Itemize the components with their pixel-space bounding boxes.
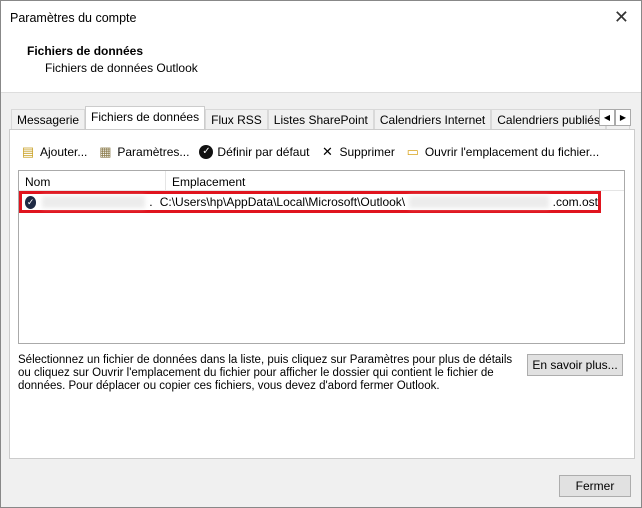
add-button[interactable]: ▤ Ajouter... bbox=[20, 144, 88, 160]
remove-label: Supprimer bbox=[339, 145, 395, 159]
tab-published-calendars[interactable]: Calendriers publiés bbox=[491, 109, 606, 129]
header: Fichiers de données Fichiers de données … bbox=[1, 37, 641, 93]
learn-more-button[interactable]: En savoir plus... bbox=[527, 354, 623, 376]
path-prefix: C:\Users\hp\AppData\Local\Microsoft\Outl… bbox=[159, 195, 406, 209]
path-suffix: .com.ost bbox=[552, 195, 598, 209]
list-header: Nom Emplacement bbox=[19, 171, 624, 191]
x-icon: ✕ bbox=[322, 144, 333, 159]
account-settings-dialog: Paramètres du compte ✕ Fichiers de donné… bbox=[0, 0, 642, 508]
tab-data-files[interactable]: Fichiers de données bbox=[85, 106, 206, 129]
add-file-icon: ▤ bbox=[21, 144, 35, 159]
close-button[interactable]: Fermer bbox=[559, 475, 631, 497]
settings-icon: ▦ bbox=[99, 144, 112, 159]
column-name[interactable]: Nom bbox=[19, 171, 166, 190]
set-default-label: Définir par défaut bbox=[217, 145, 310, 159]
default-check-icon: ✓ bbox=[25, 195, 37, 209]
close-icon[interactable]: ✕ bbox=[614, 7, 629, 28]
checkmark-icon: ✓ bbox=[199, 145, 214, 159]
redacted-path bbox=[409, 196, 549, 208]
list-row[interactable]: ✓ . C:\Users\hp\AppData\Local\Microsoft\… bbox=[19, 191, 601, 213]
redacted-name bbox=[42, 196, 146, 208]
header-title: Fichiers de données bbox=[27, 44, 144, 58]
remove-button[interactable]: ✕ Supprimer bbox=[319, 144, 395, 160]
name-suffix: . bbox=[149, 195, 153, 209]
settings-label: Paramètres... bbox=[117, 145, 190, 159]
settings-button[interactable]: ▦ Paramètres... bbox=[97, 144, 189, 160]
tab-internet-calendars[interactable]: Calendriers Internet bbox=[373, 109, 492, 129]
data-files-panel: ▤ Ajouter... ▦ Paramètres... ✓ Définir par … bbox=[9, 129, 635, 459]
window-title: Paramètres du compte bbox=[10, 11, 137, 25]
tab-messagerie[interactable]: Messagerie bbox=[11, 109, 86, 129]
toolbar: ▤ Ajouter... ▦ Paramètres... ✓ Définir par … bbox=[20, 144, 599, 160]
folder-icon: ▭ bbox=[406, 144, 419, 159]
open-location-label: Ouvrir l'emplacement du fichier... bbox=[424, 145, 600, 159]
tab-strip: Messagerie Fichiers de données Flux RSS … bbox=[11, 106, 630, 129]
set-default-button[interactable]: ✓ Définir par défaut bbox=[199, 144, 309, 160]
data-files-list[interactable]: Nom Emplacement ✓ . C:\Users\hp\AppData\… bbox=[18, 170, 625, 344]
tab-sharepoint[interactable]: Listes SharePoint bbox=[267, 109, 374, 129]
header-subtitle: Fichiers de données Outlook bbox=[45, 61, 198, 75]
description-text: Sélectionnez un fichier de données dans … bbox=[18, 354, 513, 392]
scroll-right-icon[interactable]: ▶ bbox=[615, 109, 631, 126]
scroll-left-icon[interactable]: ◀ bbox=[599, 109, 615, 126]
add-label: Ajouter... bbox=[40, 145, 88, 159]
tab-rss[interactable]: Flux RSS bbox=[205, 109, 268, 129]
open-location-button[interactable]: ▭ Ouvrir l'emplacement du fichier... bbox=[405, 144, 600, 160]
title-bar: Paramètres du compte ✕ bbox=[1, 1, 641, 37]
column-location[interactable]: Emplacement bbox=[166, 171, 251, 190]
tab-scroll: ◀ ▶ bbox=[599, 109, 631, 126]
